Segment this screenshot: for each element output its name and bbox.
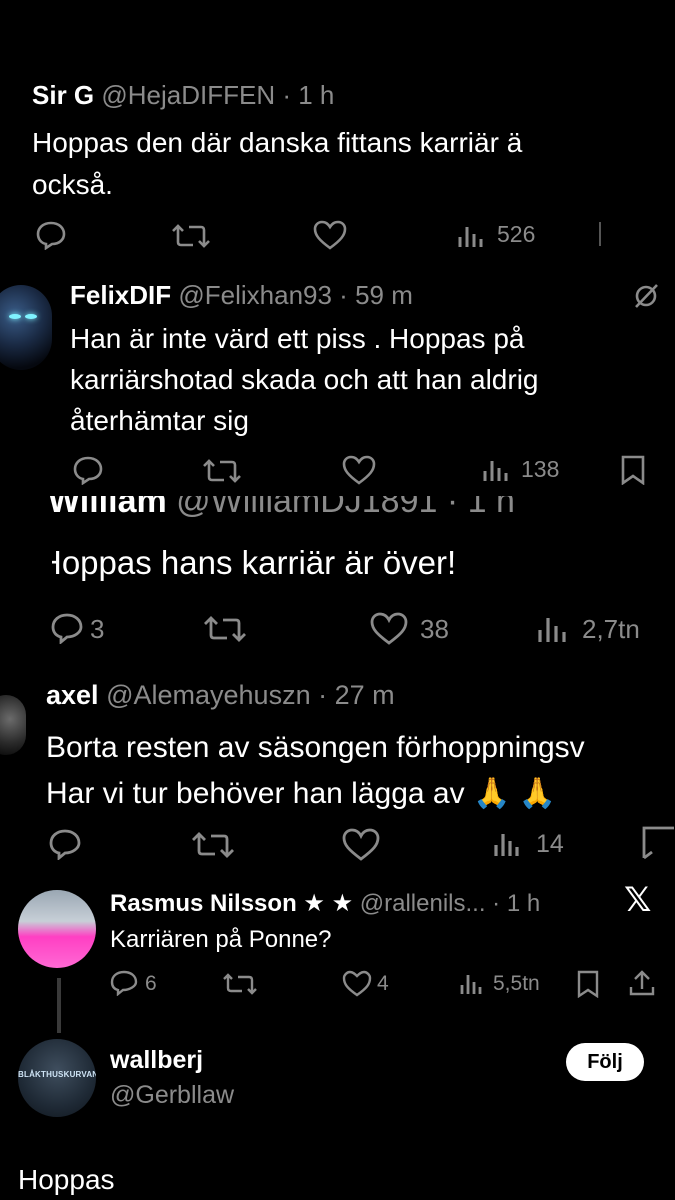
tweet-text-line: Han är inte värd ett piss . Hoppas på xyxy=(70,323,525,354)
retweet-icon[interactable] xyxy=(172,222,210,250)
reply-count: 3 xyxy=(90,614,105,644)
text-clip: Hoppas hans karriär är över! xyxy=(0,540,675,590)
praying-hands-emoji: 🙏 🙏 xyxy=(472,777,556,810)
tweet-text: Hoppas den där danska fittans karriär ä … xyxy=(32,122,522,206)
views-count: 2,7tn xyxy=(582,614,640,644)
like-count: 4 xyxy=(377,972,389,995)
avatar[interactable]: BLÅKTHUSKURVAN xyxy=(18,1039,96,1117)
like-icon[interactable] xyxy=(370,612,408,645)
reply-icon[interactable] xyxy=(35,220,67,250)
author-handle[interactable]: @rallenils... · 1 h xyxy=(360,890,540,917)
avatar[interactable] xyxy=(0,285,52,370)
tweet-text-line: återhämtar sig xyxy=(70,405,249,436)
views-count: 526 xyxy=(497,221,536,247)
views-icon[interactable] xyxy=(537,614,569,644)
views-icon[interactable] xyxy=(457,223,485,249)
author-name[interactable]: Sir G xyxy=(32,80,94,110)
author-handle[interactable]: @WilliamDJ1891 · 1 h xyxy=(176,496,515,520)
author-handle[interactable]: @Alemayehuszn · 27 m xyxy=(106,680,395,710)
author-name[interactable]: Rasmus Nilsson ★ ★ xyxy=(110,890,353,917)
thread-line xyxy=(57,978,61,1033)
avatar[interactable] xyxy=(18,890,96,968)
views-icon[interactable] xyxy=(459,972,485,996)
follow-button[interactable]: Följ xyxy=(566,1043,644,1081)
tweet-text-line: karriärshotad skada och att han aldrig xyxy=(70,364,539,395)
tweet-text: Borta resten av säsongen förhoppningsv H… xyxy=(46,725,585,817)
reply-count: 6 xyxy=(145,972,157,995)
author-name[interactable]: FelixDIF xyxy=(70,280,171,310)
retweet-icon[interactable] xyxy=(192,830,234,860)
views-count: 14 xyxy=(536,830,564,858)
tweet-text-line: Har vi tur behöver han lägga av xyxy=(46,777,465,810)
eye-glow xyxy=(9,314,21,319)
bookmark-icon-partial[interactable] xyxy=(640,826,675,860)
author-name[interactable]: William xyxy=(48,496,167,520)
like-icon[interactable] xyxy=(342,455,376,485)
avatar-text: BLÅKTHUSKURVAN xyxy=(18,1070,96,1079)
views-count: 138 xyxy=(521,456,560,482)
author-name[interactable]: axel xyxy=(46,680,99,710)
author-handle[interactable]: @Gerbllaw xyxy=(110,1081,234,1110)
retweet-icon[interactable] xyxy=(204,614,246,644)
crop-mask xyxy=(0,535,52,585)
tweet-text: Hoppas hans karriär är över! xyxy=(38,544,457,581)
bookmark-icon-partial[interactable] xyxy=(599,222,601,246)
reply-icon[interactable] xyxy=(50,612,84,644)
reply-icon[interactable] xyxy=(72,455,104,485)
author-handle[interactable]: @HejaDIFFEN · 1 h xyxy=(101,80,334,110)
tweet-text-line: Borta resten av säsongen förhoppningsv xyxy=(46,731,585,764)
author-name[interactable]: wallberj xyxy=(110,1046,203,1074)
views-icon[interactable] xyxy=(493,830,523,858)
share-icon[interactable] xyxy=(628,969,656,997)
retweet-icon[interactable] xyxy=(203,457,241,485)
reply-icon[interactable] xyxy=(110,970,138,996)
tweet-text: Han är inte värd ett piss . Hoppas på ka… xyxy=(70,318,539,441)
tweet-text-line: också. xyxy=(32,169,113,200)
reply-icon[interactable] xyxy=(48,828,82,860)
avatar[interactable] xyxy=(0,695,26,755)
views-icon[interactable] xyxy=(482,457,510,483)
tweet-text-line: Hoppas den där danska fittans karriär ä xyxy=(32,127,523,158)
like-icon[interactable] xyxy=(313,220,347,250)
cropped-header: William @WilliamDJ1891 · 1 h xyxy=(0,496,675,534)
eye-glow xyxy=(25,314,37,319)
retweet-icon[interactable] xyxy=(223,972,257,996)
bookmark-icon[interactable] xyxy=(576,970,600,998)
author-handle[interactable]: @Felixhan93 · 59 m xyxy=(178,280,413,310)
like-count: 38 xyxy=(420,614,449,644)
views-count: 5,5tn xyxy=(493,972,540,995)
x-logo-icon: 𝕏 xyxy=(624,881,652,919)
grok-icon[interactable] xyxy=(632,282,660,310)
like-icon[interactable] xyxy=(342,970,372,997)
tweet-text: Hoppas xyxy=(18,1164,115,1195)
like-icon[interactable] xyxy=(342,828,380,861)
bookmark-icon[interactable] xyxy=(620,455,646,485)
tweet-text: Karriären på Ponne? xyxy=(110,926,332,953)
